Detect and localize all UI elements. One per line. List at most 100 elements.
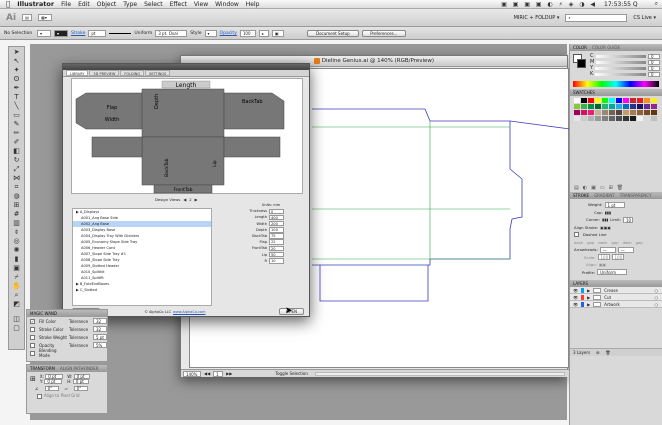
transparency-tab[interactable]: TRANSPARENCY <box>620 192 652 199</box>
rotate-tool-icon[interactable]: ↻ <box>10 156 23 164</box>
color-swatch[interactable] <box>595 98 601 103</box>
color-swatch[interactable] <box>595 110 601 115</box>
stroke-swatch-small[interactable] <box>577 59 586 68</box>
layer-name[interactable]: Crease <box>604 287 651 294</box>
channel-value[interactable]: 0 <box>648 59 660 65</box>
target-icon[interactable]: ○ <box>655 287 659 294</box>
color-swatch[interactable] <box>644 116 650 121</box>
paintbrush-tool-icon[interactable]: ✎ <box>10 120 23 128</box>
color-swatch[interactable] <box>644 104 650 109</box>
color-swatch[interactable] <box>574 116 580 121</box>
color-tab[interactable]: COLOR <box>573 44 587 51</box>
pencil-tool-icon[interactable]: ✏ <box>10 129 23 137</box>
stroke-tab[interactable]: STROKE <box>573 192 589 199</box>
hand-tool-icon[interactable]: ✋ <box>10 282 23 290</box>
menu-help[interactable]: Help <box>246 1 260 8</box>
magic-wand-header[interactable]: MAGIC WAND <box>27 310 107 317</box>
color-guide-tab[interactable]: COLOR GUIDE <box>592 44 620 51</box>
status-toggle[interactable]: Toggle Selection <box>275 370 308 377</box>
color-swatch[interactable] <box>644 110 650 115</box>
symbol-sprayer-tool-icon[interactable]: ✺ <box>10 246 23 254</box>
visibility-eye-icon[interactable]: 👁 <box>573 294 578 301</box>
color-swatch[interactable] <box>637 104 643 109</box>
param-value-field[interactable]: 0 <box>269 208 284 215</box>
color-swatch[interactable] <box>588 116 594 121</box>
param-value-field[interactable]: 10 <box>269 258 284 264</box>
menu-select[interactable]: Select <box>144 1 163 8</box>
template-tree[interactable]: ▶ A_Displays A001_Ang Base Side A002_Ang B… <box>72 208 212 306</box>
scale-tool-icon[interactable]: ⤢ <box>10 165 23 173</box>
param-value-field[interactable]: 75 <box>269 233 284 239</box>
blob-brush-tool-icon[interactable]: ✐ <box>10 138 23 146</box>
status-icons[interactable]: ▣ ▣ ▣ ▣ ◐ ⚡ ◈ ◑ ◀ <box>501 1 597 8</box>
brush-definition[interactable]: 3 pt. Oval <box>155 29 188 37</box>
target-icon[interactable]: ○ <box>655 294 659 301</box>
column-graph-tool-icon[interactable]: ▮ <box>10 255 23 263</box>
artboard-nav-icon[interactable]: ◀◀ <box>204 370 210 377</box>
document-setup-button[interactable]: Document Setup <box>306 29 359 37</box>
layer-row[interactable]: 👁 ▶ Artwork ○ <box>570 301 662 308</box>
shear-field[interactable]: 0° <box>73 386 88 391</box>
lasso-tool-icon[interactable]: ʘ <box>10 75 23 83</box>
param-value-field[interactable]: 20 <box>269 245 284 252</box>
tab-settings[interactable]: SETTINGS <box>145 70 171 76</box>
opacity-field[interactable]: 100 <box>239 29 256 37</box>
tab-3d-preview[interactable]: 3D PREVIEW <box>89 70 120 76</box>
param-value-field[interactable]: 200 <box>269 220 284 227</box>
magic-wand-checkbox[interactable] <box>30 334 35 340</box>
blend-tool-icon[interactable]: ◎ <box>10 237 23 245</box>
magic-wand-checkbox[interactable] <box>30 326 35 332</box>
spotlight-icon[interactable]: ⌕ <box>655 0 658 8</box>
color-swatch[interactable] <box>616 116 622 121</box>
stroke-panel-header[interactable]: STROKE GRADIENT TRANSPARENCY <box>570 192 662 199</box>
cap-icons[interactable]: ▮▮▮ <box>605 209 611 217</box>
artboard-number[interactable]: 1 <box>213 370 224 377</box>
target-icon[interactable]: ○ <box>655 301 659 308</box>
mesh-tool-icon[interactable]: # <box>10 210 23 218</box>
line-tool-icon[interactable]: ╲ <box>10 102 23 110</box>
website-link[interactable]: www.AlphaCo.com <box>173 310 205 314</box>
channel-slider[interactable] <box>596 60 646 64</box>
color-swatch[interactable] <box>602 116 608 121</box>
color-swatch[interactable] <box>623 104 629 109</box>
color-swatch[interactable] <box>581 98 587 103</box>
swatches-header[interactable]: SWATCHES <box>570 89 662 96</box>
color-swatch[interactable] <box>623 110 629 115</box>
opacity-label[interactable]: Opacity <box>220 31 237 36</box>
color-swatch[interactable] <box>595 116 601 121</box>
gradient-tool-icon[interactable]: ▥ <box>10 219 23 227</box>
menu-object[interactable]: Object <box>97 1 117 8</box>
color-swatch[interactable] <box>637 116 643 121</box>
gradient-tab[interactable]: GRADIENT <box>594 192 615 199</box>
perspective-grid-tool-icon[interactable]: ⊞ <box>10 201 23 209</box>
arrow-align-icons[interactable]: ▣▣ <box>599 261 606 269</box>
color-swatch[interactable] <box>602 110 608 115</box>
menu-window[interactable]: Window <box>215 1 239 8</box>
width-tool-icon[interactable]: ⋈ <box>10 174 23 182</box>
color-swatch[interactable] <box>644 98 650 103</box>
transform-tab[interactable]: TRANSFORM <box>30 365 55 372</box>
bridge-icon[interactable]: ▤ <box>22 14 33 21</box>
menu-app-name[interactable]: Illustrator <box>17 0 54 8</box>
color-swatch[interactable] <box>630 98 636 103</box>
stroke-weight-field[interactable]: pt <box>88 29 107 37</box>
color-swatch[interactable] <box>616 98 622 103</box>
free-transform-tool-icon[interactable]: ⌗ <box>10 183 23 191</box>
weight-field[interactable]: 1 pt <box>604 201 625 208</box>
color-swatch[interactable] <box>637 110 643 115</box>
param-value-field[interactable]: 400 <box>269 214 284 221</box>
visibility-eye-icon[interactable]: 👁 <box>573 301 578 308</box>
graphic-styles-icon[interactable]: ▣ <box>271 29 284 37</box>
slice-tool-icon[interactable]: ⌿ <box>10 273 23 281</box>
type-tool-icon[interactable]: T <box>10 93 23 101</box>
menu-type[interactable]: Type <box>123 1 137 8</box>
color-swatch[interactable] <box>630 104 636 109</box>
menu-view[interactable]: View <box>194 1 208 8</box>
menu-file[interactable]: File <box>61 1 71 8</box>
dash-gap-field[interactable]: dash <box>598 239 607 247</box>
color-swatch[interactable] <box>588 110 594 115</box>
delete-swatch-icon[interactable]: 🗑 <box>617 185 623 191</box>
profile-dropdown[interactable]: Uniform <box>597 269 628 276</box>
scale-start[interactable]: 100 <box>597 254 610 261</box>
recolor-icon[interactable]: ▸ <box>258 29 269 37</box>
